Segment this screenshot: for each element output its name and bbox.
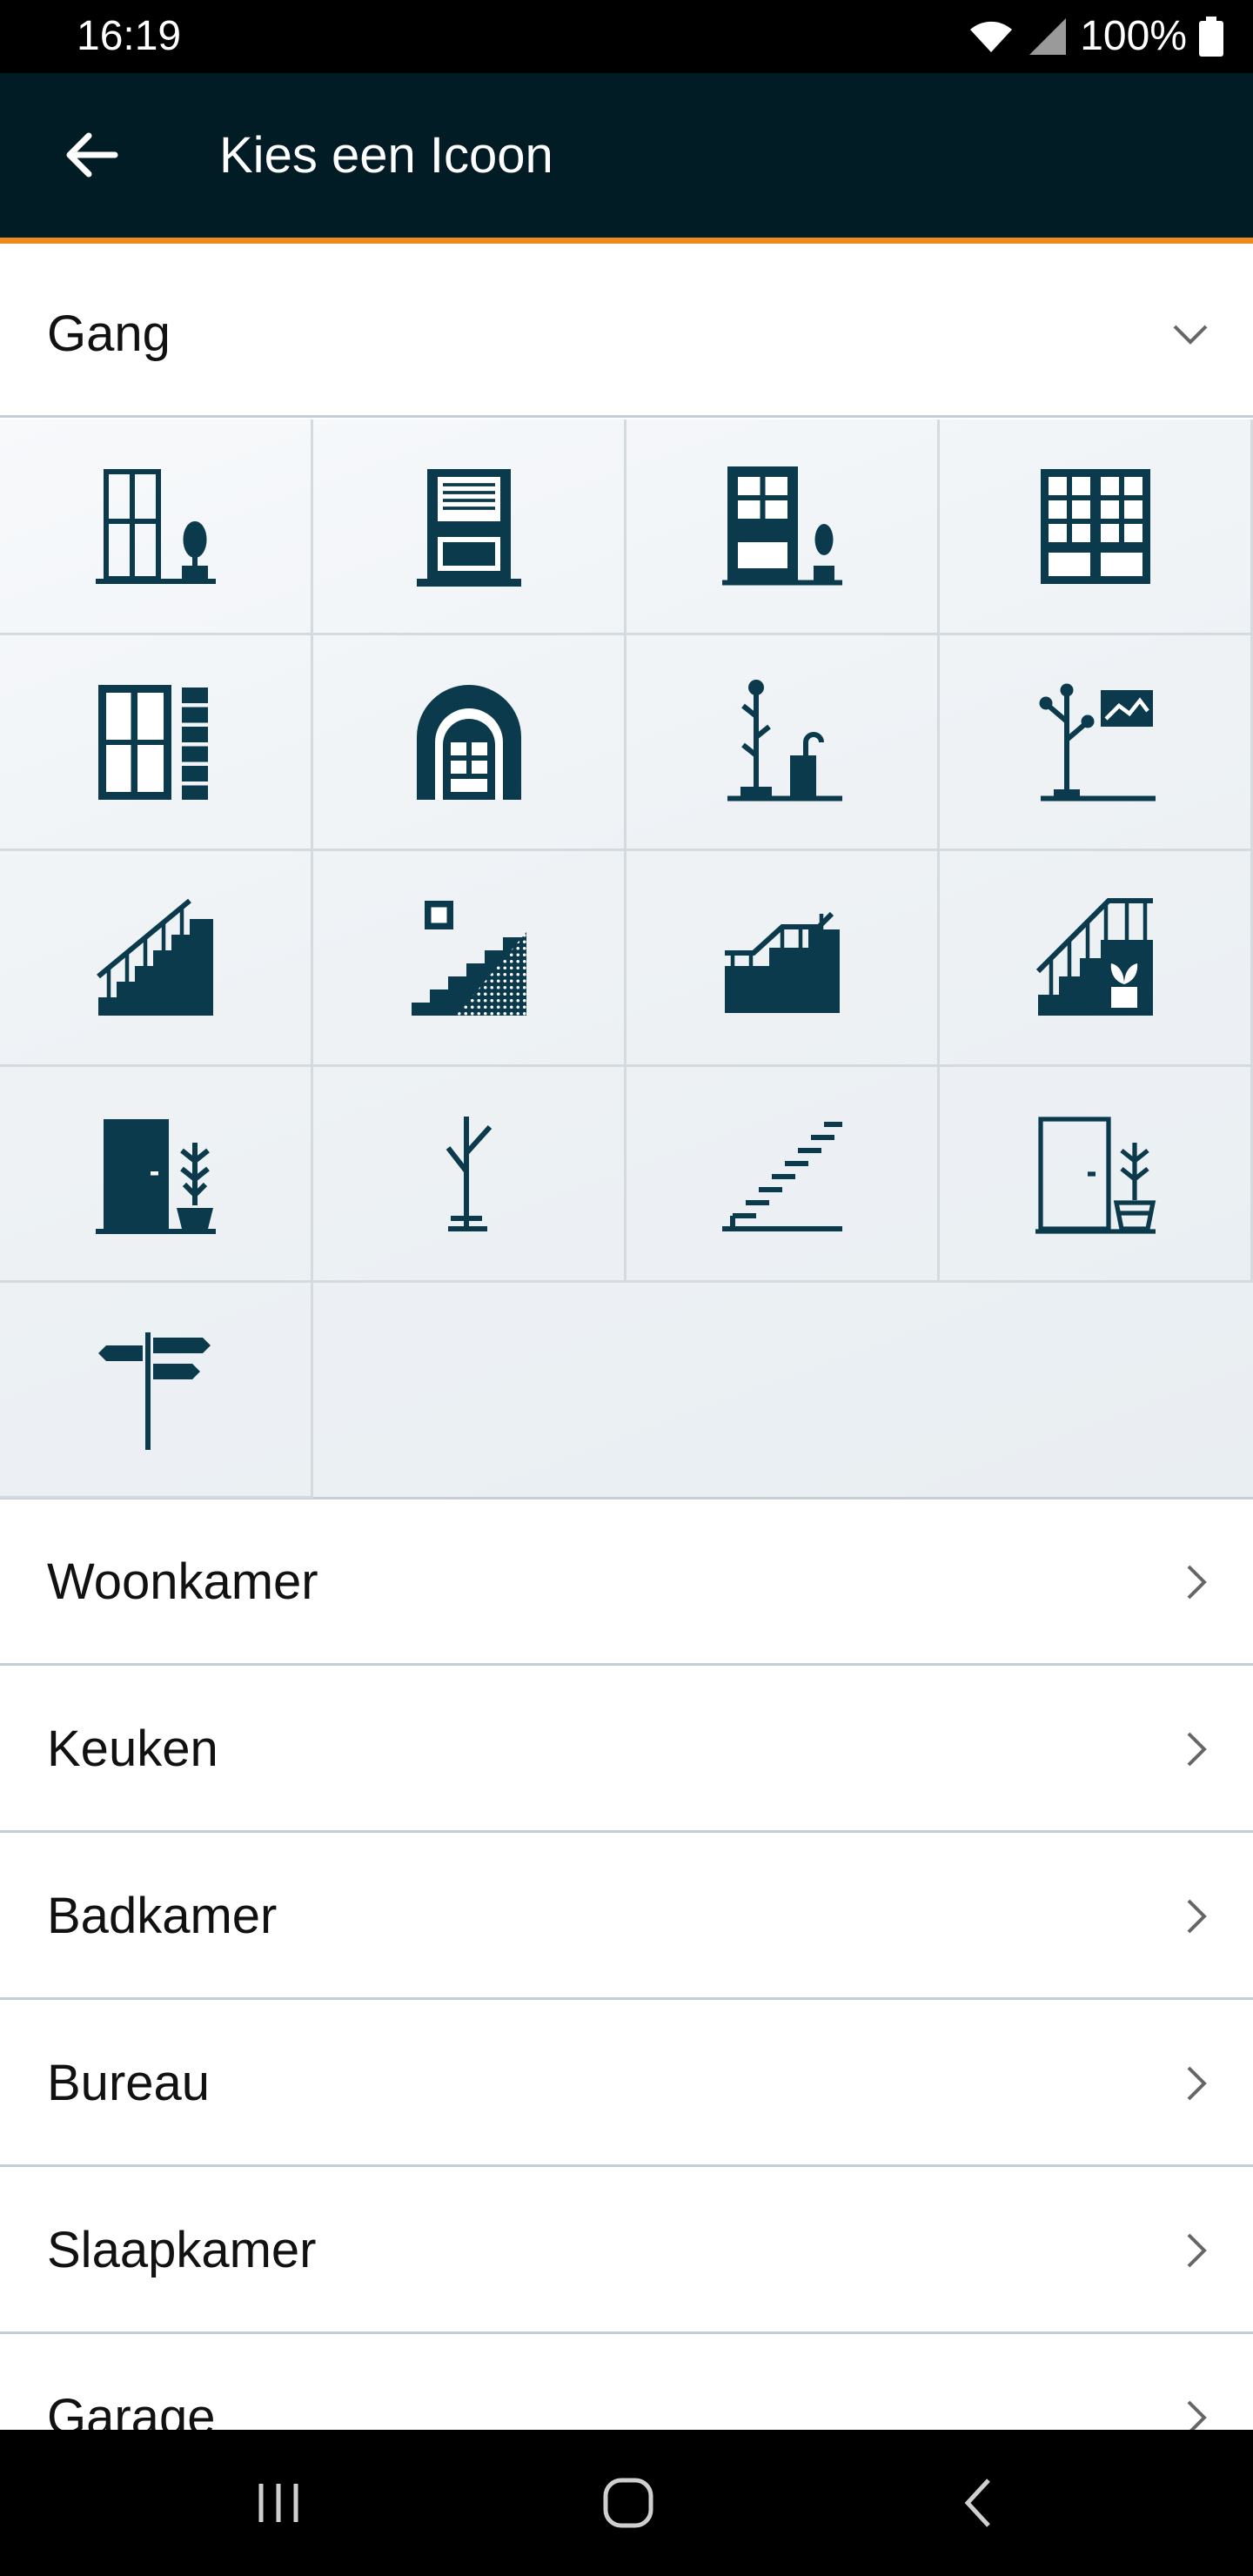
back-arrow-icon <box>66 132 118 178</box>
door-with-glass-blocks-icon <box>97 684 208 800</box>
section-label: Woonkamer <box>47 1553 318 1610</box>
staircase-with-picture-icon <box>411 900 526 1016</box>
icon-option[interactable] <box>313 419 626 635</box>
icon-option[interactable] <box>313 851 626 1067</box>
double-door-icon <box>1040 468 1150 584</box>
coat-rack-with-umbrella-icon <box>727 679 842 801</box>
icon-option[interactable] <box>940 851 1253 1067</box>
floating-stairs-icon <box>721 1121 842 1231</box>
status-icons: 100% <box>967 10 1223 63</box>
icon-option[interactable] <box>0 635 313 851</box>
section-header-bureau[interactable]: Bureau <box>0 2002 1253 2167</box>
section-label: Badkamer <box>47 1888 278 1944</box>
arched-door-icon <box>416 684 521 800</box>
status-bar: 16:19 100% <box>0 0 1253 73</box>
status-time: 16:19 <box>77 13 182 59</box>
icon-option[interactable] <box>940 1067 1253 1283</box>
section-header-slaapkamer[interactable]: Slaapkamer <box>0 2169 1253 2334</box>
icon-option[interactable] <box>626 851 940 1067</box>
section-label: Keuken <box>47 1721 218 1777</box>
icon-option[interactable] <box>0 419 313 635</box>
wifi-icon <box>970 21 1013 52</box>
section-header-woonkamer[interactable]: Woonkamer <box>0 1500 1253 1666</box>
staircase-with-railing-icon <box>96 898 213 1016</box>
dark-door-with-plant-icon <box>95 1118 216 1234</box>
recent-apps-button[interactable] <box>191 2430 365 2576</box>
chevron-right-icon <box>1183 1667 1209 1830</box>
icon-option[interactable] <box>0 1283 313 1499</box>
chevron-right-icon <box>1183 2002 1209 2164</box>
icon-option[interactable] <box>940 635 1253 851</box>
battery-icon <box>1199 17 1223 57</box>
chevron-right-icon <box>1183 1500 1209 1663</box>
nav-back-icon <box>964 2479 990 2527</box>
home-button[interactable] <box>541 2430 715 2576</box>
icon-option[interactable] <box>626 1067 940 1283</box>
icon-grid <box>0 419 1253 1499</box>
section-label: Gang <box>47 305 171 362</box>
icon-option[interactable] <box>940 419 1253 635</box>
app-bar: Kies een Icoon <box>0 73 1253 244</box>
staircase-with-plant-icon <box>1035 897 1153 1016</box>
outline-door-with-plant-icon <box>1035 1116 1156 1234</box>
door-with-blind-icon <box>416 468 521 587</box>
icon-option[interactable] <box>626 419 940 635</box>
recent-apps-icon <box>258 2484 298 2522</box>
section-header-gang[interactable]: Gang <box>0 252 1253 418</box>
home-icon <box>603 2478 653 2528</box>
paneled-door-with-plant-icon <box>721 466 842 585</box>
signpost-icon <box>97 1332 211 1450</box>
icon-option[interactable] <box>0 851 313 1067</box>
section-header-keuken[interactable]: Keuken <box>0 1667 1253 1833</box>
section-label: Bureau <box>47 2055 211 2111</box>
door-with-plant-icon <box>95 468 216 584</box>
coat-rack-with-painting-icon <box>1039 683 1156 801</box>
chevron-right-icon <box>1183 1835 1209 1997</box>
icon-option[interactable] <box>0 1067 313 1283</box>
battery-percent: 100% <box>1080 13 1187 59</box>
icon-option[interactable] <box>626 635 940 851</box>
back-button[interactable] <box>54 118 127 191</box>
section-header-badkamer[interactable]: Badkamer <box>0 1835 1253 2000</box>
staircase-icon <box>724 911 840 1013</box>
nav-back-button[interactable] <box>891 2430 1065 2576</box>
chevron-down-icon <box>1171 252 1209 415</box>
navigation-bar <box>0 2430 1253 2576</box>
cell-signal-icon <box>1029 18 1067 55</box>
section-label: Slaapkamer <box>47 2222 317 2278</box>
page-title: Kies een Icoon <box>219 127 553 184</box>
coat-stand-icon <box>446 1116 492 1231</box>
icon-option[interactable] <box>313 635 626 851</box>
chevron-right-icon <box>1183 2169 1209 2331</box>
icon-option[interactable] <box>313 1067 626 1283</box>
